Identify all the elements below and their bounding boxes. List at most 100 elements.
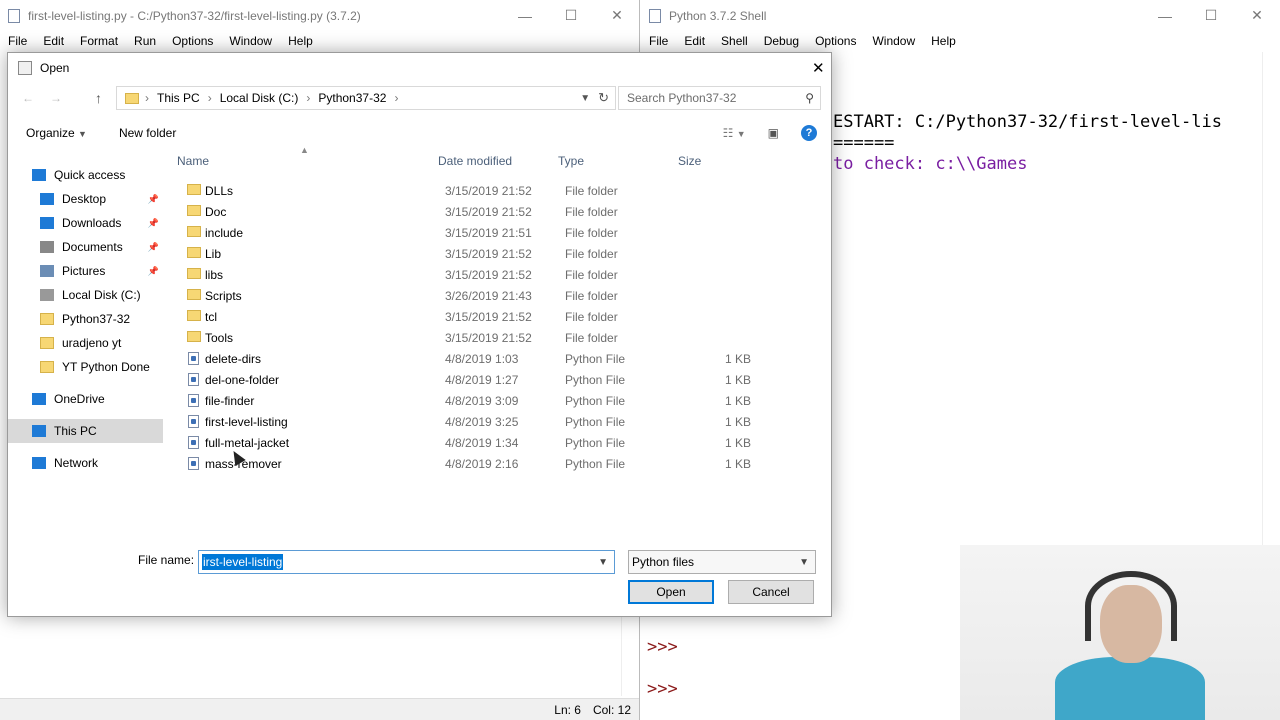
shell-menu-edit[interactable]: Edit [676, 34, 713, 48]
file-type: File folder [565, 268, 618, 282]
pictures-icon [40, 265, 54, 277]
file-list-header: Name ▲ Date modified Type Size [174, 145, 754, 172]
organize-button[interactable]: Organize ▼ [26, 126, 87, 140]
nav-item-onedrive[interactable]: OneDrive [8, 387, 163, 411]
column-type[interactable]: Type [558, 154, 584, 168]
file-row[interactable]: del-one-folder 4/8/2019 1:27 Python File 1 … [174, 369, 754, 390]
nav-item-label: Local Disk (C:) [62, 288, 141, 302]
column-size[interactable]: Size [678, 154, 701, 168]
file-size: 1 KB [724, 394, 751, 408]
forward-arrow-icon[interactable]: → [50, 91, 62, 105]
maximize-icon[interactable]: ☐ [1188, 0, 1234, 31]
help-icon[interactable]: ? [801, 125, 817, 141]
shell-menu-shell[interactable]: Shell [713, 34, 756, 48]
nav-item-label: YT Python Done [62, 360, 150, 374]
nav-item-network[interactable]: Network [8, 451, 163, 475]
nav-item-local-disk-c[interactable]: Local Disk (C:) [8, 283, 163, 307]
editor-menu-help[interactable]: Help [280, 34, 321, 48]
nav-item-python37-32[interactable]: Python37-32 [8, 307, 163, 331]
editor-menu-edit[interactable]: Edit [35, 34, 72, 48]
shell-menu-help[interactable]: Help [923, 34, 964, 48]
file-rows: DLLs 3/15/2019 21:52 File folder Doc 3/15/20… [174, 180, 754, 474]
chevron-down-icon[interactable]: ▼ [580, 93, 590, 104]
file-date: 4/8/2019 2:16 [445, 457, 519, 471]
close-icon[interactable]: ✕ [812, 59, 825, 77]
file-row[interactable]: first-level-listing 4/8/2019 3:25 Python F… [174, 411, 754, 432]
cancel-button[interactable]: Cancel [728, 580, 814, 604]
shell-menu-options[interactable]: Options [807, 34, 864, 48]
breadcrumb-this-pc[interactable]: This PC [157, 91, 200, 105]
file-row[interactable]: Doc 3/15/2019 21:52 File folder [174, 201, 754, 222]
pin-icon: 📌 [147, 241, 159, 252]
file-name-input[interactable]: irst-level-listing ▼ [198, 550, 615, 574]
view-options-icon[interactable]: ☷ ▼ [723, 126, 746, 140]
column-name[interactable]: Name [177, 154, 209, 168]
star-icon [32, 169, 46, 181]
editor-menu-options[interactable]: Options [164, 34, 221, 48]
file-row[interactable]: Tools 3/15/2019 21:52 File folder [174, 327, 754, 348]
nav-item-this-pc[interactable]: This PC [8, 419, 163, 443]
file-row[interactable]: file-finder 4/8/2019 3:09 Python File 1 KB [174, 390, 754, 411]
editor-menu-file[interactable]: File [0, 34, 35, 48]
minimize-icon[interactable]: — [502, 0, 548, 31]
file-row[interactable]: tcl 3/15/2019 21:52 File folder [174, 306, 754, 327]
back-arrow-icon[interactable]: ← [22, 91, 34, 105]
minimize-icon[interactable]: — [1142, 0, 1188, 31]
new-folder-button[interactable]: New folder [119, 126, 176, 140]
open-dialog: Open ✕ ← → ↑ › This PC › Local Disk (C:)… [7, 52, 832, 617]
open-button[interactable]: Open [628, 580, 714, 604]
file-row[interactable]: full-metal-jacket 4/8/2019 1:34 Python Fil… [174, 432, 754, 453]
python-shell-icon [649, 8, 661, 23]
shell-menu-window[interactable]: Window [864, 34, 923, 48]
breadcrumb-local-disk[interactable]: Local Disk (C:) [220, 91, 299, 105]
maximize-icon[interactable]: ☐ [548, 0, 594, 31]
close-icon[interactable]: ✕ [594, 0, 640, 31]
column-date-modified[interactable]: Date modified [438, 154, 512, 168]
file-type: Python File [565, 373, 626, 387]
shell-menu-debug[interactable]: Debug [756, 34, 807, 48]
file-type: File folder [565, 289, 618, 303]
nav-item-quick-access[interactable]: Quick access [8, 163, 163, 187]
nav-item-pictures[interactable]: Pictures 📌 [8, 259, 163, 283]
file-row[interactable]: delete-dirs 4/8/2019 1:03 Python File 1 KB [174, 348, 754, 369]
file-size: 1 KB [724, 373, 751, 387]
nav-item-downloads[interactable]: Downloads 📌 [8, 211, 163, 235]
file-date: 4/8/2019 3:25 [445, 415, 519, 429]
nav-item-desktop[interactable]: Desktop 📌 [8, 187, 163, 211]
editor-menu-format[interactable]: Format [72, 34, 126, 48]
address-bar[interactable]: › This PC › Local Disk (C:) › Python37-3… [116, 86, 616, 110]
nav-item-documents[interactable]: Documents 📌 [8, 235, 163, 259]
folder-icon [187, 247, 201, 258]
chevron-right-icon: › [207, 91, 212, 105]
nav-item-uradjeno-yt[interactable]: uradjeno yt [8, 331, 163, 355]
file-row[interactable]: Scripts 3/26/2019 21:43 File folder [174, 285, 754, 306]
python-file-icon [188, 415, 199, 428]
webcam-overlay [960, 545, 1280, 720]
close-icon[interactable]: ✕ [1234, 0, 1280, 31]
folder-icon [187, 289, 201, 300]
editor-menu-run[interactable]: Run [126, 34, 164, 48]
file-size: 1 KB [724, 436, 751, 450]
file-type: Python File [565, 457, 626, 471]
chevron-down-icon[interactable]: ▼ [598, 557, 608, 568]
file-row[interactable]: Lib 3/15/2019 21:52 File folder [174, 243, 754, 264]
file-type-select[interactable]: Python files ▼ [628, 550, 816, 574]
search-placeholder: Search Python37-32 [627, 91, 737, 105]
file-row[interactable]: DLLs 3/15/2019 21:52 File folder [174, 180, 754, 201]
file-row[interactable]: include 3/15/2019 21:51 File folder [174, 222, 754, 243]
pin-icon: 📌 [147, 193, 159, 204]
file-date: 3/15/2019 21:52 [445, 268, 532, 282]
python-file-icon [188, 436, 199, 449]
preview-pane-icon[interactable]: ▣ [768, 126, 779, 140]
breadcrumb-python37[interactable]: Python37-32 [318, 91, 386, 105]
editor-menu-window[interactable]: Window [221, 34, 280, 48]
nav-item-yt-python-done[interactable]: YT Python Done [8, 355, 163, 379]
folder-icon [187, 310, 201, 321]
up-arrow-icon[interactable]: ↑ [95, 90, 102, 106]
shell-prompt: >>> [647, 637, 678, 657]
file-row[interactable]: mass-remover 4/8/2019 2:16 Python File 1 KB [174, 453, 754, 474]
file-row[interactable]: libs 3/15/2019 21:52 File folder [174, 264, 754, 285]
search-input[interactable]: Search Python37-32 ⚲ [618, 86, 821, 110]
shell-menu-file[interactable]: File [641, 34, 676, 48]
refresh-icon[interactable]: ↻ [598, 90, 609, 106]
